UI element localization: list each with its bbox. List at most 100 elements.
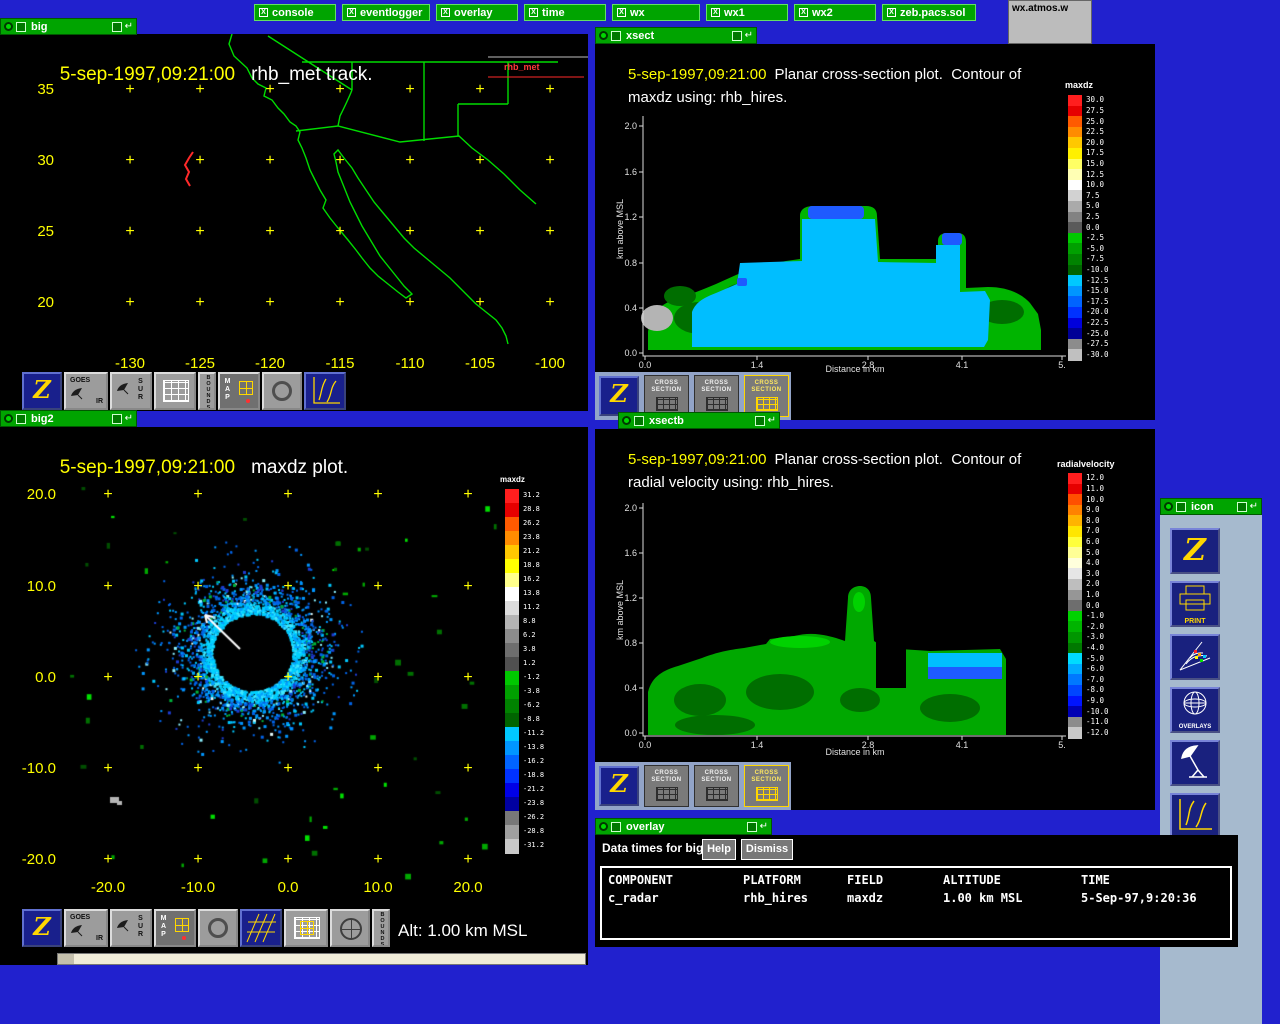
- colorbar-value-label: 30.0: [1086, 95, 1105, 105]
- colorbar-value-label: 7.0: [1086, 526, 1100, 536]
- taskbar-button-console[interactable]: Xconsole: [254, 4, 336, 21]
- colorbar-segment: [1068, 211, 1082, 223]
- window-menu-button[interactable]: [4, 22, 13, 31]
- zebra-logo-button[interactable]: Z: [22, 909, 62, 947]
- window-mode-icon[interactable]: [611, 30, 621, 41]
- colorbar-segment: [1068, 190, 1082, 202]
- surface-button[interactable]: SUR: [110, 372, 152, 410]
- print-button[interactable]: PRINT: [1170, 581, 1220, 627]
- help-button[interactable]: Help: [702, 839, 736, 860]
- window-close-icon[interactable]: ↵: [745, 30, 753, 41]
- colorbar-value-label: 20.0: [1086, 137, 1105, 147]
- scrollbar[interactable]: [57, 953, 586, 965]
- grid-plus-mark: +: [265, 81, 275, 98]
- lon-tick-label: -110: [395, 355, 425, 372]
- window-menu-button[interactable]: [599, 31, 608, 40]
- window-mode-icon[interactable]: [16, 21, 26, 32]
- taskbar-button-wx[interactable]: Xwx: [612, 4, 700, 21]
- cross-label-1: CROSS: [704, 380, 729, 386]
- zebra-logo-button[interactable]: Z: [599, 376, 639, 416]
- taskbar-button-wx1[interactable]: Xwx1: [706, 4, 788, 21]
- skewt-button[interactable]: [240, 909, 282, 947]
- taskbar-button-eventlogger[interactable]: Xeventlogger: [342, 4, 430, 21]
- grid-plus-mark: +: [283, 851, 293, 868]
- window-tab-big[interactable]: big ↵: [0, 18, 137, 35]
- surface-button[interactable]: SUR: [110, 909, 152, 947]
- grid-plus-mark: +: [193, 669, 203, 686]
- taskbar-button-overlay[interactable]: Xoverlay: [436, 4, 518, 21]
- y-tick-label: 1.2: [624, 212, 637, 222]
- grid-button[interactable]: [154, 372, 196, 410]
- colorbar-value-label: -5.0: [1086, 243, 1105, 253]
- window-close-icon[interactable]: ↵: [125, 21, 133, 32]
- zebra-logo-button[interactable]: Z: [1170, 528, 1220, 574]
- range-ring-button[interactable]: [262, 372, 302, 410]
- colorbar-segment: [1068, 695, 1082, 707]
- window-close-icon[interactable]: ↵: [1250, 501, 1258, 512]
- cross-section-button[interactable]: CROSS SECTION: [694, 765, 739, 807]
- radar-display-button[interactable]: [1170, 634, 1220, 680]
- mini-window[interactable]: wx.atmos.w: [1008, 0, 1092, 44]
- window-tab-xsect[interactable]: xsect ↵: [595, 27, 757, 44]
- window-menu-button[interactable]: [622, 416, 631, 425]
- goes-label: GOES: [70, 914, 91, 921]
- window-iconify-button[interactable]: [746, 821, 757, 832]
- cross-section-button-active[interactable]: CROSS SECTION: [744, 375, 789, 417]
- grid-crosshair-button[interactable]: [284, 909, 328, 947]
- cross-label-2: SECTION: [651, 387, 682, 393]
- window-close-icon[interactable]: ↵: [125, 413, 133, 424]
- bounds-button[interactable]: BOUNDS: [198, 372, 216, 410]
- window-menu-button[interactable]: [4, 414, 13, 423]
- overlays-button[interactable]: OVERLAYS: [1170, 687, 1220, 733]
- window-menu-button[interactable]: [599, 822, 608, 831]
- window-mode-icon[interactable]: [611, 821, 621, 832]
- grid-plus-mark: +: [373, 851, 383, 868]
- window-iconify-button[interactable]: [111, 21, 122, 32]
- range-ring-button[interactable]: [198, 909, 238, 947]
- window-mode-icon[interactable]: [634, 415, 644, 426]
- sounding-button[interactable]: [304, 372, 346, 410]
- cross-section-button[interactable]: CROSS SECTION: [644, 375, 689, 417]
- map-button[interactable]: MAP: [218, 372, 260, 410]
- zebra-logo-button[interactable]: Z: [599, 766, 639, 806]
- window-title: xsectb: [649, 414, 684, 427]
- window-tab-overlay[interactable]: overlay ↵: [595, 818, 772, 835]
- window-close-icon[interactable]: ↵: [760, 821, 768, 832]
- window-tab-xsectb[interactable]: xsectb ↵: [618, 412, 780, 429]
- goes-ir-button[interactable]: GOES IR: [64, 372, 108, 410]
- colorbar-segment: [505, 531, 519, 546]
- window-menu-button[interactable]: [1164, 502, 1173, 511]
- window-mode-icon[interactable]: [1176, 501, 1186, 512]
- window-mode-icon[interactable]: [16, 413, 26, 424]
- cross-section-button[interactable]: CROSS SECTION: [694, 375, 739, 417]
- taskbar-button-time[interactable]: Xtime: [524, 4, 606, 21]
- zebra-z-icon: Z: [33, 912, 51, 941]
- window-iconify-button[interactable]: [754, 415, 765, 426]
- colorbar-segment: [1068, 579, 1082, 591]
- globe-button[interactable]: [330, 909, 370, 947]
- antenna-button[interactable]: [1170, 740, 1220, 786]
- x-tick-label: 0.0: [277, 879, 299, 896]
- colorbar-value-label: -31.2: [523, 841, 545, 849]
- taskbar-button-zeb.pacs.sol[interactable]: Xzeb.pacs.sol: [882, 4, 976, 21]
- colorbar-value-label: -23.8: [523, 799, 545, 807]
- window-iconify-button[interactable]: [111, 413, 122, 424]
- sounding-button[interactable]: [1170, 793, 1220, 839]
- scrollbar-thumb[interactable]: [58, 954, 74, 964]
- y-tick-label: 0.4: [624, 303, 637, 313]
- cross-section-button-active[interactable]: CROSS SECTION: [744, 765, 789, 807]
- goes-ir-button[interactable]: GOES IR: [64, 909, 108, 947]
- cross-section-button[interactable]: CROSS SECTION: [644, 765, 689, 807]
- map-button[interactable]: MAP: [154, 909, 196, 947]
- window-iconify-button[interactable]: [1236, 501, 1247, 512]
- bounds-button[interactable]: BOUNDS: [372, 909, 390, 947]
- window-tab-big2[interactable]: big2 ↵: [0, 410, 137, 427]
- window-big-body: 5-sep-1997,09:21:00 rhb_met track. rhb_me…: [0, 34, 588, 411]
- taskbar-button-wx2[interactable]: Xwx2: [794, 4, 876, 21]
- window-iconify-button[interactable]: [731, 30, 742, 41]
- dismiss-button[interactable]: Dismiss: [741, 839, 793, 860]
- zebra-logo-button[interactable]: Z: [22, 372, 62, 410]
- colorbar-title: maxdz: [1065, 80, 1094, 90]
- window-tab-icon[interactable]: icon ↵: [1160, 498, 1262, 515]
- window-close-icon[interactable]: ↵: [768, 415, 776, 426]
